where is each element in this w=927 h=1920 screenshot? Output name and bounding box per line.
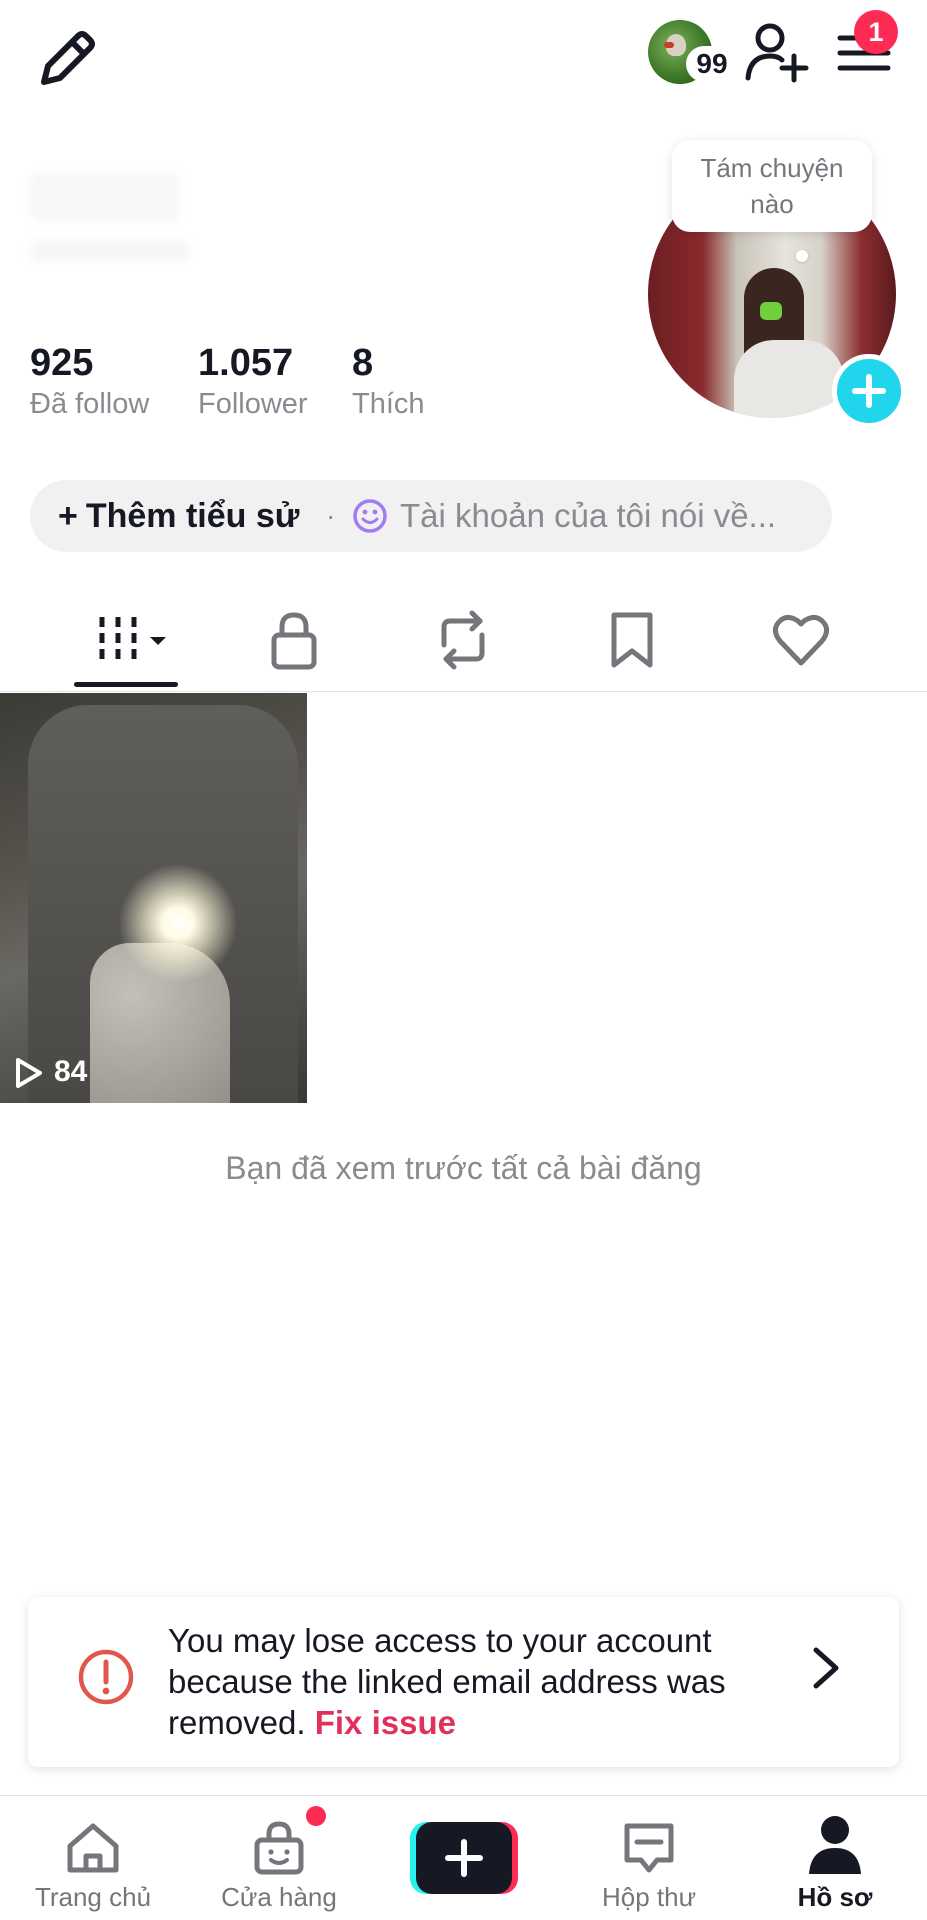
followers-label[interactable]: Follower — [198, 388, 308, 421]
bio-prompt[interactable]: Tài khoản của tôi nói về... — [400, 494, 776, 538]
following-label[interactable]: Đã follow — [30, 388, 149, 421]
lock-icon — [271, 612, 317, 670]
chevron-right-icon[interactable] — [808, 1646, 844, 1690]
inbox-icon — [624, 1823, 674, 1873]
nav-home[interactable]: Trang chủ — [18, 1808, 168, 1918]
plus-icon — [852, 374, 886, 408]
menu-notification-badge: 1 — [854, 10, 898, 54]
add-user-icon — [745, 23, 809, 83]
home-icon — [67, 1823, 119, 1873]
create-button[interactable] — [410, 1822, 518, 1894]
edit-profile-button[interactable] — [30, 24, 100, 94]
warning-message: You may lose access to your account beca… — [168, 1620, 768, 1743]
repost-icon — [441, 610, 485, 670]
shopping-bag-icon — [254, 1821, 304, 1875]
bubble-text-line2: nào — [750, 189, 794, 219]
add-bio-label: Thêm tiểu sử — [85, 497, 300, 535]
nav-inbox[interactable]: Hộp thư — [574, 1808, 724, 1918]
bubble-pointer — [796, 250, 808, 262]
nav-profile-label: Hồ sơ — [797, 1882, 873, 1912]
likes-count[interactable]: 8 — [352, 342, 373, 385]
bubble-text-line1: Tám chuyện — [700, 153, 844, 183]
add-friend-button[interactable] — [744, 22, 810, 84]
tab-videos[interactable] — [94, 605, 174, 675]
video-view-count: 84 — [54, 1055, 88, 1088]
nav-inbox-label: Hộp thư — [601, 1882, 696, 1912]
heart-icon — [772, 615, 830, 666]
grid-videos-icon — [99, 617, 166, 663]
username-blurred — [30, 240, 190, 262]
add-bio-button[interactable]: + Thêm tiểu sử — [58, 494, 299, 538]
chat-bubble[interactable]: Tám chuyện nào — [672, 140, 872, 232]
nav-divider — [0, 1795, 927, 1796]
tab-liked[interactable] — [770, 605, 832, 675]
display-name-blurred — [30, 172, 180, 222]
nav-shop-label: Cửa hàng — [221, 1882, 337, 1912]
bio-separator: · — [326, 500, 336, 531]
tab-private[interactable] — [262, 605, 326, 675]
followers-count[interactable]: 1.057 — [198, 342, 293, 385]
nav-home-label: Trang chủ — [34, 1882, 152, 1912]
tabs-divider — [0, 691, 927, 692]
following-count[interactable]: 925 — [30, 342, 93, 385]
nav-shop[interactable]: Cửa hàng — [204, 1808, 354, 1918]
profile-icon — [809, 1816, 861, 1874]
shop-notification-dot — [306, 1806, 326, 1826]
alert-icon — [76, 1647, 136, 1707]
pencil-icon — [41, 31, 95, 85]
active-tab-indicator — [74, 682, 178, 687]
add-photo-button[interactable] — [832, 354, 906, 428]
smile-icon — [352, 498, 388, 534]
tab-favorites[interactable] — [604, 605, 660, 675]
mini-avatar-count: 99 — [686, 46, 738, 82]
plus-icon: + — [58, 497, 78, 535]
likes-label[interactable]: Thích — [352, 388, 425, 421]
bookmark-icon — [611, 612, 653, 668]
nav-profile[interactable]: Hồ sơ — [760, 1808, 910, 1918]
video-thumbnail[interactable] — [0, 693, 307, 1103]
play-icon — [14, 1056, 44, 1090]
fix-issue-link[interactable]: Fix issue — [315, 1704, 456, 1741]
seen-all-posts-text: Bạn đã xem trước tất cả bài đăng — [225, 1150, 702, 1186]
create-plus-icon — [410, 1822, 518, 1894]
tab-reposts[interactable] — [430, 605, 496, 675]
